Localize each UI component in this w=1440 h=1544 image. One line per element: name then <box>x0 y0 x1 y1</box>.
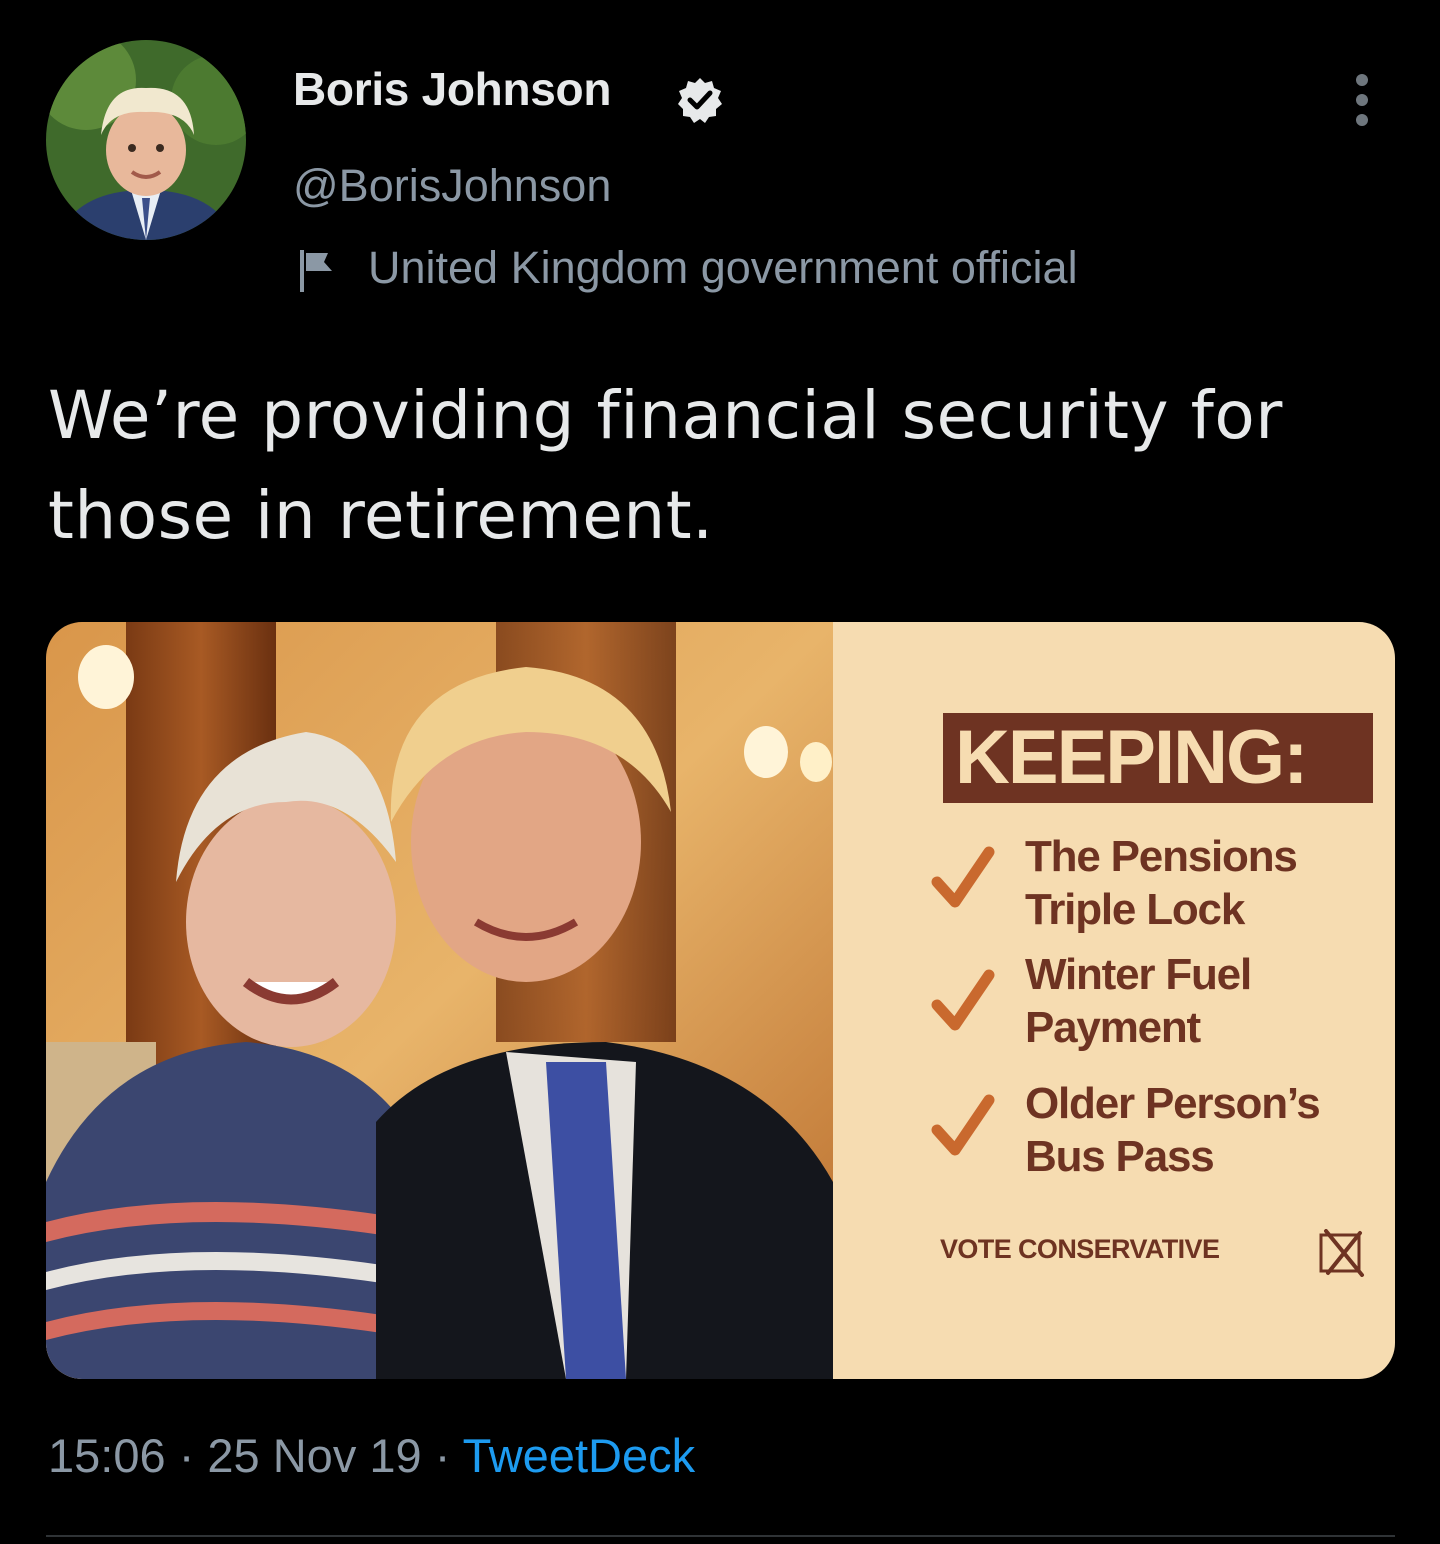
avatar[interactable] <box>46 40 246 240</box>
tweet-media[interactable]: KEEPING: The Pensions Triple Lock Winter… <box>46 622 1395 1379</box>
checkmark-icon <box>931 969 995 1031</box>
benefit-item: Older Person’s Bus Pass <box>1025 1079 1321 1181</box>
tweet-time[interactable]: 15:06 <box>48 1429 166 1482</box>
government-flag-icon <box>300 250 332 292</box>
photo-image <box>46 622 833 1379</box>
benefit-item: The Pensions Triple Lock <box>1025 832 1298 934</box>
vote-conservative-text: VOTE CONSERVATIVE <box>940 1234 1220 1264</box>
campaign-panel: KEEPING: The Pensions Triple Lock Winter… <box>833 622 1395 1379</box>
verified-badge-icon <box>678 78 722 123</box>
tweet-text: We’re providing financial security for t… <box>48 377 1283 554</box>
checkmark-icon <box>931 846 995 908</box>
separator: · <box>434 1429 451 1482</box>
more-options-icon[interactable] <box>1340 70 1384 130</box>
keeping-heading-box: KEEPING: <box>943 713 1373 803</box>
handle[interactable]: @BorisJohnson <box>293 160 611 212</box>
avatar-image <box>46 40 246 240</box>
benefit-item: Winter Fuel Payment <box>1025 950 1252 1052</box>
display-name[interactable]: Boris Johnson <box>293 62 611 116</box>
separator: · <box>178 1429 195 1482</box>
tweet-source-link[interactable]: TweetDeck <box>463 1429 695 1482</box>
tweet-metadata: 15:06 · 25 Nov 19 · TweetDeck <box>48 1428 695 1483</box>
ballot-cross-icon <box>1319 1229 1364 1277</box>
divider <box>46 1535 1395 1537</box>
government-label: United Kingdom government official <box>368 242 1078 293</box>
keeping-heading: KEEPING: <box>955 715 1308 800</box>
checkmark-icon <box>931 1094 995 1156</box>
tweet-date[interactable]: 25 Nov 19 <box>207 1429 421 1482</box>
